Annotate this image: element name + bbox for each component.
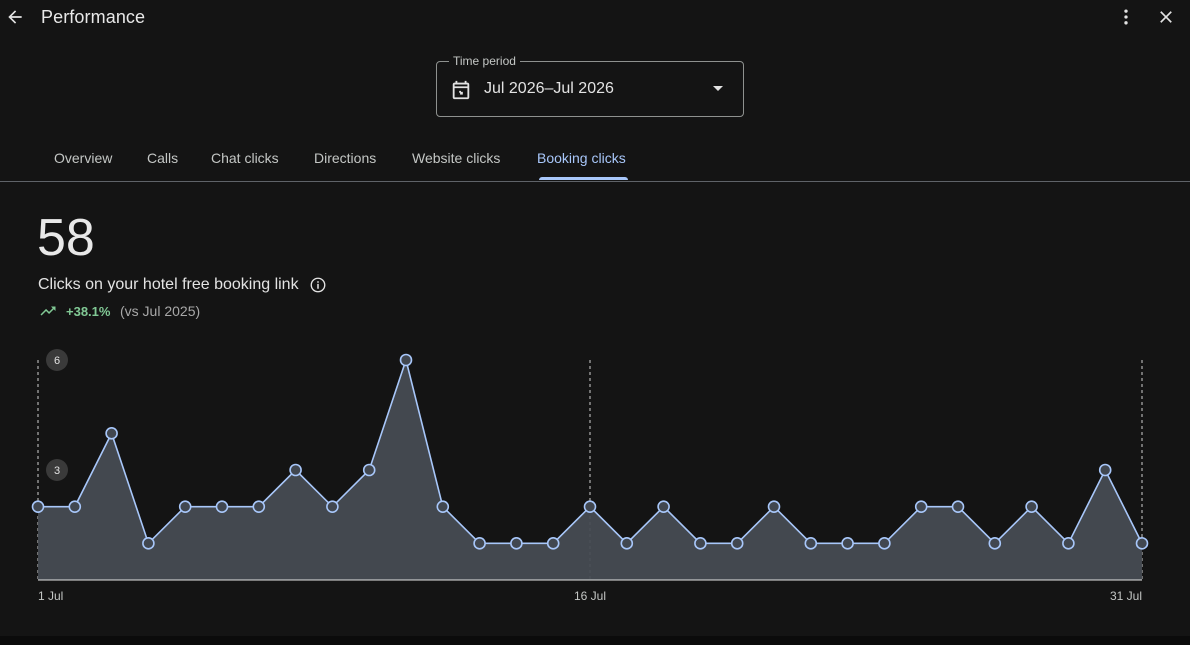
y-tick-label: 3 [54,465,60,477]
arrow-left-icon [8,10,22,24]
time-period-label: Time period [449,54,520,68]
data-point [1025,500,1038,513]
data-point [694,537,707,550]
data-point [362,463,376,477]
calendar-icon [452,80,470,100]
page-title: Performance [41,7,146,27]
data-point [142,537,155,550]
data-point [988,537,1002,550]
tab-directions[interactable]: Directions [314,150,376,166]
booking-clicks-chart: 3 6 1 Jul 16 Jul 31 Jul [31,349,1149,603]
trending-up-icon [40,306,56,316]
data-point [951,500,965,513]
active-tab-indicator [539,177,628,180]
data-point [878,537,891,550]
data-point [31,500,45,513]
data-point [767,500,781,513]
top-bar: Performance [0,0,1190,36]
data-point [215,500,229,513]
metric-comparison: (vs Jul 2025) [120,303,201,319]
tab-overview[interactable]: Overview [54,150,112,166]
data-point [620,537,634,550]
data-point [399,353,413,367]
tab-booking-clicks[interactable]: Booking clicks [537,150,626,166]
data-point [1098,463,1112,477]
time-period-value: Jul 2026–Jul 2026 [484,80,614,97]
more-vert-icon [1124,9,1128,25]
data-point [546,537,560,550]
metric-change: +38.1% [66,304,111,319]
data-point [914,500,928,513]
data-point [657,500,670,513]
time-period-select[interactable]: Time period Jul 2026–Jul 2026 [436,54,744,117]
data-point [289,463,302,477]
metric-total: 58 [37,209,95,267]
tab-bar: Overview Calls Chat clicks Directions We… [0,140,1190,182]
data-point [436,500,450,513]
close-icon [1160,11,1172,23]
data-point [105,427,118,440]
data-point [841,537,854,550]
y-tick-label: 6 [54,355,60,367]
more-options-button[interactable] [1115,6,1137,28]
data-point [252,500,266,513]
close-button[interactable] [1155,6,1177,28]
tab-chat-clicks[interactable]: Chat clicks [211,150,279,166]
data-point [510,537,523,550]
x-tick-label: 16 Jul [574,589,606,603]
metric-label: Clicks on your hotel free booking link [38,276,299,293]
back-button[interactable] [4,6,26,28]
data-point [1062,537,1075,550]
dropdown-caret-icon [713,86,723,91]
tab-calls[interactable]: Calls [147,150,178,166]
x-tick-label: 1 Jul [38,589,63,603]
tab-website-clicks[interactable]: Website clicks [412,150,500,166]
data-point [804,537,818,550]
data-point [730,537,744,550]
bottom-strip [0,636,1190,645]
x-tick-label: 31 Jul [1110,589,1142,603]
data-point [68,500,82,513]
data-point [326,500,339,513]
data-point [178,500,192,513]
data-point [1135,537,1149,550]
data-point [473,537,486,550]
info-icon[interactable] [309,276,327,294]
data-point [583,500,597,513]
